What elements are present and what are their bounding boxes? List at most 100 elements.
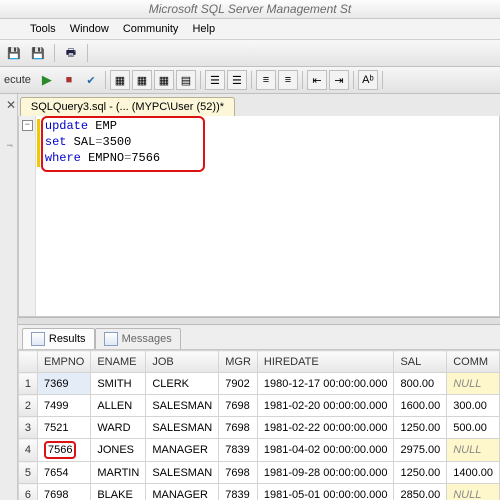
col-sal[interactable]: SAL (394, 351, 447, 373)
toolbar-icon[interactable]: ☰ (205, 70, 225, 90)
cell[interactable]: 1250.00 (394, 417, 447, 439)
cell[interactable]: 7654 (38, 462, 91, 484)
row-number[interactable]: 6 (18, 484, 37, 500)
document-tab[interactable]: SQLQuery3.sql - (... (MYPC\User (52))* (20, 97, 235, 116)
results-grid[interactable]: EMPNO ENAME JOB MGR HIREDATE SAL COMM 17… (18, 350, 500, 500)
tab-results[interactable]: Results (22, 328, 95, 349)
play-icon[interactable]: ▶ (37, 70, 57, 90)
cell[interactable]: SMITH (91, 373, 146, 395)
row-number[interactable]: 4 (18, 439, 37, 462)
cell[interactable]: 7902 (219, 373, 258, 395)
tab-messages[interactable]: Messages (95, 328, 181, 349)
cell[interactable]: 7839 (219, 484, 258, 500)
separator (353, 71, 354, 89)
cell[interactable]: 7521 (38, 417, 91, 439)
row-number[interactable]: 1 (18, 373, 37, 395)
toolbar-icon[interactable]: ▦ (154, 70, 174, 90)
cell[interactable]: CLERK (146, 373, 219, 395)
table-row[interactable]: 27499ALLENSALESMAN76981981-02-20 00:00:0… (18, 395, 499, 417)
col-comm[interactable]: COMM (447, 351, 500, 373)
cell[interactable]: 7698 (38, 484, 91, 500)
cell[interactable]: NULL (447, 373, 500, 395)
cell[interactable]: 1981-04-02 00:00:00.000 (257, 439, 394, 462)
cell[interactable]: MARTIN (91, 462, 146, 484)
cell[interactable]: 7566 (38, 439, 91, 462)
row-number[interactable]: 2 (18, 395, 37, 417)
table-row[interactable]: 47566JONESMANAGER78391981-04-02 00:00:00… (18, 439, 499, 462)
toolbar-icon[interactable]: ▦ (110, 70, 130, 90)
toolbar-icon[interactable]: ☰ (227, 70, 247, 90)
separator (105, 71, 106, 89)
row-number[interactable]: 3 (18, 417, 37, 439)
row-number[interactable]: 5 (18, 462, 37, 484)
parse-icon[interactable]: ✔ (81, 70, 101, 90)
cell[interactable]: 7698 (219, 395, 258, 417)
cell[interactable]: MANAGER (146, 484, 219, 500)
separator (302, 71, 303, 89)
cell[interactable]: 500.00 (447, 417, 500, 439)
separator (87, 44, 88, 62)
cell[interactable]: 2850.00 (394, 484, 447, 500)
fold-icon[interactable]: − (22, 120, 33, 131)
cell[interactable]: 7499 (38, 395, 91, 417)
cell[interactable]: WARD (91, 417, 146, 439)
cell[interactable]: 7698 (219, 462, 258, 484)
cell[interactable]: 1981-09-28 00:00:00.000 (257, 462, 394, 484)
sql-editor[interactable]: − update EMP set SAL=3500 where EMPNO=75… (18, 116, 500, 317)
cell[interactable]: 2975.00 (394, 439, 447, 462)
splitter[interactable] (18, 317, 500, 325)
table-row[interactable]: 17369SMITHCLERK79021980-12-17 00:00:00.0… (18, 373, 499, 395)
cell[interactable]: 1250.00 (394, 462, 447, 484)
table-row[interactable]: 67698BLAKEMANAGER78391981-05-01 00:00:00… (18, 484, 499, 500)
toolbar-icon[interactable]: Aᵇ (358, 70, 378, 90)
cell[interactable]: NULL (447, 439, 500, 462)
cell[interactable]: 7369 (38, 373, 91, 395)
separator (382, 71, 383, 89)
stop-icon[interactable]: ■ (59, 70, 79, 90)
col-job[interactable]: JOB (146, 351, 219, 373)
cell[interactable]: JONES (91, 439, 146, 462)
col-rownum[interactable] (18, 351, 37, 373)
col-mgr[interactable]: MGR (219, 351, 258, 373)
menu-tools[interactable]: Tools (30, 23, 56, 35)
cell[interactable]: 1600.00 (394, 395, 447, 417)
cell[interactable]: BLAKE (91, 484, 146, 500)
separator (54, 44, 55, 62)
cell[interactable]: SALESMAN (146, 395, 219, 417)
cell[interactable]: MANAGER (146, 439, 219, 462)
table-row[interactable]: 37521WARDSALESMAN76981981-02-22 00:00:00… (18, 417, 499, 439)
cell[interactable]: 800.00 (394, 373, 447, 395)
cell[interactable]: SALESMAN (146, 462, 219, 484)
cell[interactable]: 1981-02-20 00:00:00.000 (257, 395, 394, 417)
toolbar-icon[interactable]: ≡ (256, 70, 276, 90)
menu-community[interactable]: Community (123, 23, 179, 35)
result-tabs: Results Messages (18, 325, 500, 350)
cell[interactable]: ALLEN (91, 395, 146, 417)
menu-help[interactable]: Help (192, 23, 215, 35)
cell[interactable]: 7698 (219, 417, 258, 439)
save-icon[interactable]: 💾 (4, 43, 24, 63)
cell[interactable]: 7839 (219, 439, 258, 462)
execute-button[interactable]: ecute (4, 74, 31, 86)
cell[interactable]: NULL (447, 484, 500, 500)
menu-window[interactable]: Window (70, 23, 109, 35)
col-ename[interactable]: ENAME (91, 351, 146, 373)
table-row[interactable]: 57654MARTINSALESMAN76981981-09-28 00:00:… (18, 462, 499, 484)
cell[interactable]: 1981-02-22 00:00:00.000 (257, 417, 394, 439)
save-all-icon[interactable]: 💾 (28, 43, 48, 63)
cell[interactable]: 1981-05-01 00:00:00.000 (257, 484, 394, 500)
cell[interactable]: SALESMAN (146, 417, 219, 439)
cell[interactable]: 1980-12-17 00:00:00.000 (257, 373, 394, 395)
side-panel-label[interactable]: r (4, 144, 15, 147)
col-empno[interactable]: EMPNO (38, 351, 91, 373)
cell[interactable]: 1400.00 (447, 462, 500, 484)
print-icon[interactable]: 🖶 (61, 43, 81, 63)
toolbar-icon[interactable]: ▤ (176, 70, 196, 90)
toolbar-icon[interactable]: ≡ (278, 70, 298, 90)
indent-icon[interactable]: ⇤ (307, 70, 327, 90)
outdent-icon[interactable]: ⇥ (329, 70, 349, 90)
col-hiredate[interactable]: HIREDATE (257, 351, 394, 373)
cell[interactable]: 300.00 (447, 395, 500, 417)
toolbar-icon[interactable]: ▦ (132, 70, 152, 90)
close-icon[interactable]: ✕ (6, 98, 16, 112)
